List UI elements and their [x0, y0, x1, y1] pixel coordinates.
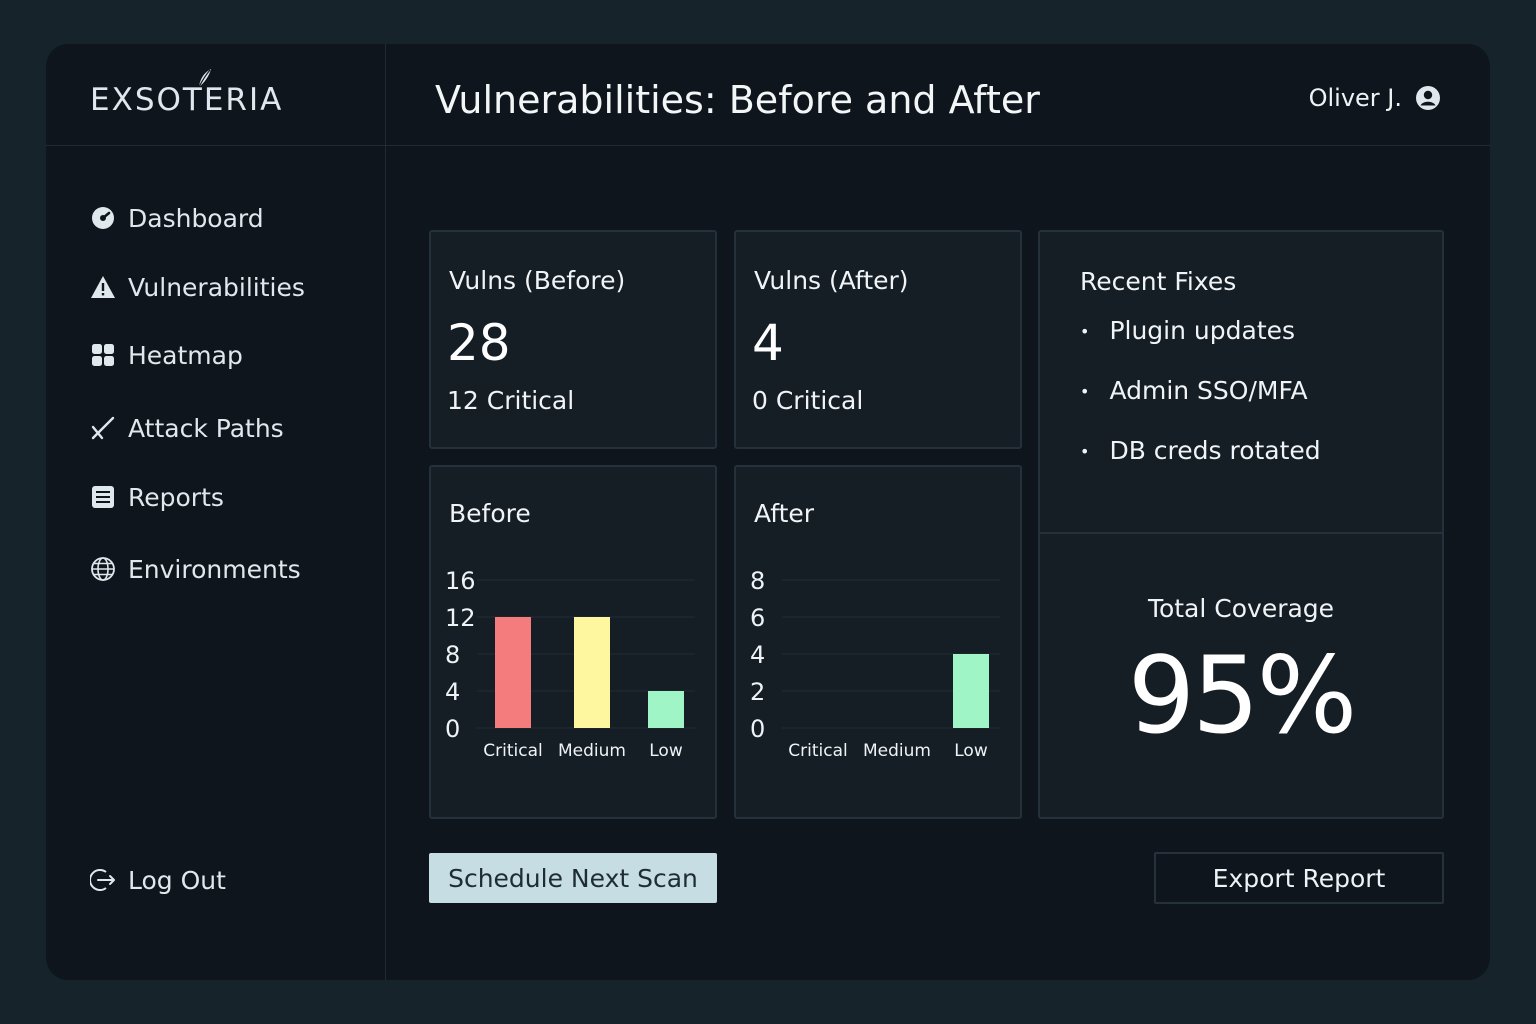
sidebar-item-heatmap[interactable]: Heatmap [90, 337, 243, 373]
sidebar-item-environments[interactable]: Environments [90, 551, 301, 587]
header-divider [46, 145, 1490, 146]
stat-card-before: Vulns (Before) 28 12 Critical [429, 230, 717, 449]
chart-card-before: Before 0 4 8 12 16 Critical Medium Low [429, 465, 717, 819]
stat-count: 4 [752, 314, 784, 372]
list-item: Plugin updates [1080, 316, 1321, 376]
app-logo: EXSOTERIA [90, 82, 284, 118]
stat-card-after: Vulns (After) 4 0 Critical [734, 230, 1022, 449]
bar-chart-before: 0 4 8 12 16 Critical Medium Low [445, 567, 695, 761]
fixes-coverage-panel: Recent Fixes Plugin updates Admin SSO/MF… [1038, 230, 1444, 819]
x-tick-label: Critical [483, 741, 542, 761]
logout-button[interactable]: Log Out [90, 862, 226, 898]
y-tick-label: 4 [445, 678, 460, 706]
y-tick-label: 4 [750, 641, 765, 669]
y-tick-label: 12 [445, 604, 476, 632]
user-menu[interactable]: Oliver J. [1309, 84, 1442, 112]
sidebar-item-label: Vulnerabilities [128, 272, 305, 302]
list-item: DB creds rotated [1080, 436, 1320, 496]
globe-icon [91, 557, 115, 581]
bar-medium [574, 617, 610, 728]
x-tick-label: Medium [863, 741, 931, 761]
stat-critical: 0 Critical [752, 386, 864, 415]
sidebar-item-dashboard[interactable]: Dashboard [90, 200, 264, 236]
bar-low [953, 654, 989, 728]
sidebar-item-attack-paths[interactable]: Attack Paths [90, 410, 284, 446]
stat-count: 28 [447, 314, 511, 372]
schedule-scan-button[interactable]: Schedule Next Scan [429, 853, 717, 903]
grid-icon [92, 344, 114, 366]
panel-divider [1040, 532, 1442, 534]
page-title: Vulnerabilities: Before and After [435, 78, 1040, 122]
x-tick-label: Critical [788, 741, 847, 761]
stat-critical: 12 Critical [447, 386, 575, 415]
sidebar-item-label: Heatmap [128, 340, 243, 370]
y-tick-label: 6 [750, 604, 765, 632]
y-tick-label: 16 [445, 567, 476, 595]
stat-label: Vulns (Before) [449, 266, 626, 295]
coverage-label: Total Coverage [1147, 594, 1335, 623]
stat-label: Vulns (After) [754, 266, 909, 295]
sidebar-item-label: Attack Paths [128, 413, 284, 443]
y-tick-label: 2 [750, 678, 765, 706]
warning-icon [91, 276, 115, 298]
sidebar-item-reports[interactable]: Reports [90, 479, 224, 515]
x-tick-label: Medium [558, 741, 626, 761]
logout-icon [90, 869, 115, 891]
x-tick-label: Low [954, 741, 988, 761]
logout-label: Log Out [128, 865, 226, 895]
sidebar: EXSOTERIA Dashboard Vulnerabilities Heat… [46, 44, 386, 980]
chart-card-after: After 0 2 4 6 8 Critical Medium Low [734, 465, 1022, 819]
x-tick-label: Low [649, 741, 683, 761]
sidebar-item-vulnerabilities[interactable]: Vulnerabilities [90, 269, 305, 305]
recent-fixes-list: Plugin updates Admin SSO/MFA DB creds ro… [1080, 316, 1321, 496]
recent-fixes-title: Recent Fixes [1080, 267, 1237, 296]
y-tick-label: 8 [750, 567, 765, 595]
app-window: EXSOTERIA Dashboard Vulnerabilities Heat… [46, 44, 1490, 980]
attack-path-icon [91, 416, 115, 440]
bar-critical [495, 617, 531, 728]
y-tick-label: 0 [750, 715, 765, 743]
user-name: Oliver J. [1308, 84, 1402, 112]
dashboard-icon [92, 207, 114, 229]
y-tick-label: 0 [445, 715, 460, 743]
sidebar-item-label: Environments [128, 554, 301, 584]
y-tick-label: 8 [445, 641, 460, 669]
bar-chart-after: 0 2 4 6 8 Critical Medium Low [750, 567, 1000, 761]
coverage-value: 95% [1127, 634, 1358, 757]
bar-low [648, 691, 684, 728]
sidebar-item-label: Reports [128, 482, 224, 512]
export-report-button[interactable]: Export Report [1154, 852, 1444, 904]
list-item: Admin SSO/MFA [1080, 376, 1321, 436]
report-icon [92, 486, 114, 508]
user-avatar-icon [1416, 86, 1440, 110]
sidebar-item-label: Dashboard [128, 203, 264, 233]
